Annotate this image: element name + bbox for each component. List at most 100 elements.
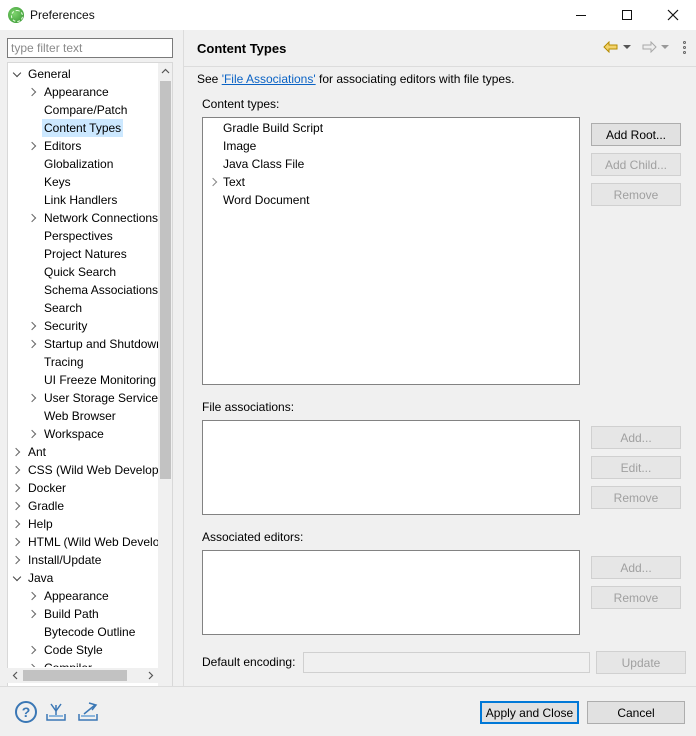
tree-item[interactable]: Link Handlers (8, 191, 158, 209)
view-menu-icon[interactable] (678, 38, 690, 56)
tree-item[interactable]: Search (8, 299, 158, 317)
back-history-dropdown-icon[interactable] (622, 38, 632, 56)
cancel-button[interactable]: Cancel (587, 701, 685, 724)
expand-chevron-icon[interactable] (28, 425, 38, 443)
expand-chevron-icon[interactable] (12, 479, 22, 497)
tree-item[interactable]: Install/Update (8, 551, 158, 569)
tree-item[interactable]: Content Types (8, 119, 158, 137)
add-root-button[interactable]: Add Root... (591, 123, 681, 146)
tree-item[interactable]: Ant (8, 443, 158, 461)
tree-item[interactable]: General (8, 65, 158, 83)
tree-item[interactable]: Tracing (8, 353, 158, 371)
add-editor-button[interactable]: Add... (591, 556, 681, 579)
apply-and-close-button[interactable]: Apply and Close (480, 701, 579, 724)
tree-item[interactable]: Java (8, 569, 158, 587)
tree-item[interactable]: Docker (8, 479, 158, 497)
expand-chevron-icon[interactable] (28, 317, 38, 335)
expand-chevron-icon[interactable] (28, 209, 38, 227)
close-button[interactable] (650, 0, 696, 30)
tree-item[interactable]: Bytecode Outline (8, 623, 158, 641)
expand-chevron-icon[interactable] (28, 389, 38, 407)
tree-item[interactable]: Project Natures (8, 245, 158, 263)
forward-arrow-icon[interactable] (640, 38, 658, 56)
update-encoding-button[interactable]: Update (596, 651, 686, 674)
associated-editors-list[interactable] (202, 550, 580, 635)
expand-chevron-icon[interactable] (12, 551, 22, 569)
content-type-item[interactable]: Java Class File (223, 155, 304, 173)
content-type-item[interactable]: Text (223, 173, 245, 191)
file-associations-list[interactable] (202, 420, 580, 515)
expand-chevron-icon[interactable] (12, 443, 22, 461)
content-type-item[interactable]: Image (223, 137, 256, 155)
collapse-chevron-icon[interactable] (12, 65, 22, 83)
expand-chevron-icon[interactable] (28, 83, 38, 101)
tree-horizontal-scrollbar[interactable] (7, 668, 167, 683)
forward-history-dropdown-icon[interactable] (660, 38, 670, 56)
expand-chevron-icon[interactable] (209, 173, 219, 191)
expand-chevron-icon[interactable] (12, 533, 22, 551)
tree-item[interactable]: Perspectives (8, 227, 158, 245)
tree-item[interactable]: Network Connections (8, 209, 158, 227)
back-arrow-icon[interactable] (602, 38, 620, 56)
scroll-up-icon[interactable] (158, 63, 172, 79)
minimize-button[interactable] (558, 0, 604, 30)
remove-content-type-button[interactable]: Remove (591, 183, 681, 206)
tree-item[interactable]: Startup and Shutdown (8, 335, 158, 353)
expand-chevron-icon[interactable] (28, 587, 38, 605)
tree-item[interactable]: Schema Associations (8, 281, 158, 299)
tree-item[interactable]: Appearance (8, 587, 158, 605)
scroll-left-icon[interactable] (7, 668, 22, 683)
tree-vertical-scrollbar[interactable] (158, 63, 172, 697)
edit-file-association-button[interactable]: Edit... (591, 456, 681, 479)
tree-item[interactable]: Appearance (8, 83, 158, 101)
tree-item[interactable]: Workspace (8, 425, 158, 443)
tree-item[interactable]: CSS (Wild Web Developer) (8, 461, 158, 479)
tree-hscroll-thumb[interactable] (23, 670, 127, 681)
filter-input[interactable] (7, 38, 173, 58)
content-type-item[interactable]: Word Document (223, 191, 309, 209)
tree-item[interactable]: UI Freeze Monitoring (8, 371, 158, 389)
tree-item[interactable]: User Storage Service (8, 389, 158, 407)
default-encoding-field[interactable] (303, 652, 590, 673)
tree-item-label: Docker (28, 481, 67, 495)
tree-item[interactable]: Build Path (8, 605, 158, 623)
tree-item-label: Network Connections (44, 211, 158, 225)
expand-chevron-icon[interactable] (28, 605, 38, 623)
expand-chevron-icon[interactable] (12, 515, 22, 533)
remove-editor-button[interactable]: Remove (591, 586, 681, 609)
tree-item[interactable]: HTML (Wild Web Developer) (8, 533, 158, 551)
content-types-tree[interactable]: Gradle Build Script Image Java Class File T… (202, 117, 580, 385)
tree-item[interactable]: Gradle (8, 497, 158, 515)
file-associations-link[interactable]: 'File Associations' (222, 72, 316, 86)
collapse-chevron-icon[interactable] (12, 569, 22, 587)
export-icon[interactable] (77, 701, 99, 723)
content-type-item[interactable]: Gradle Build Script (223, 119, 323, 137)
scroll-right-icon[interactable] (143, 668, 158, 683)
tree-item[interactable]: Quick Search (8, 263, 158, 281)
close-icon (667, 9, 679, 21)
tree-item[interactable]: Security (8, 317, 158, 335)
add-file-association-button[interactable]: Add... (591, 426, 681, 449)
tree-item-label: Security (44, 319, 88, 333)
tree-scroll-thumb[interactable] (160, 81, 171, 479)
tree-item[interactable]: Editors (8, 137, 158, 155)
help-icon[interactable]: ? (15, 701, 37, 723)
expand-chevron-icon[interactable] (28, 641, 38, 659)
tree-item[interactable]: Web Browser (8, 407, 158, 425)
tree-item[interactable]: Globalization (8, 155, 158, 173)
tree-item[interactable]: Compare/Patch (8, 101, 158, 119)
tree-item-label: Ant (28, 445, 47, 459)
expand-chevron-icon[interactable] (28, 335, 38, 353)
tree-item[interactable]: Code Style (8, 641, 158, 659)
add-child-button[interactable]: Add Child... (591, 153, 681, 176)
expand-chevron-icon[interactable] (12, 497, 22, 515)
tree-item[interactable]: Compiler (8, 659, 158, 667)
remove-file-association-button[interactable]: Remove (591, 486, 681, 509)
maximize-button[interactable] (604, 0, 650, 30)
expand-chevron-icon[interactable] (28, 659, 38, 667)
expand-chevron-icon[interactable] (12, 461, 22, 479)
tree-item[interactable]: Help (8, 515, 158, 533)
tree-item[interactable]: Keys (8, 173, 158, 191)
import-icon[interactable] (45, 701, 67, 723)
expand-chevron-icon[interactable] (28, 137, 38, 155)
